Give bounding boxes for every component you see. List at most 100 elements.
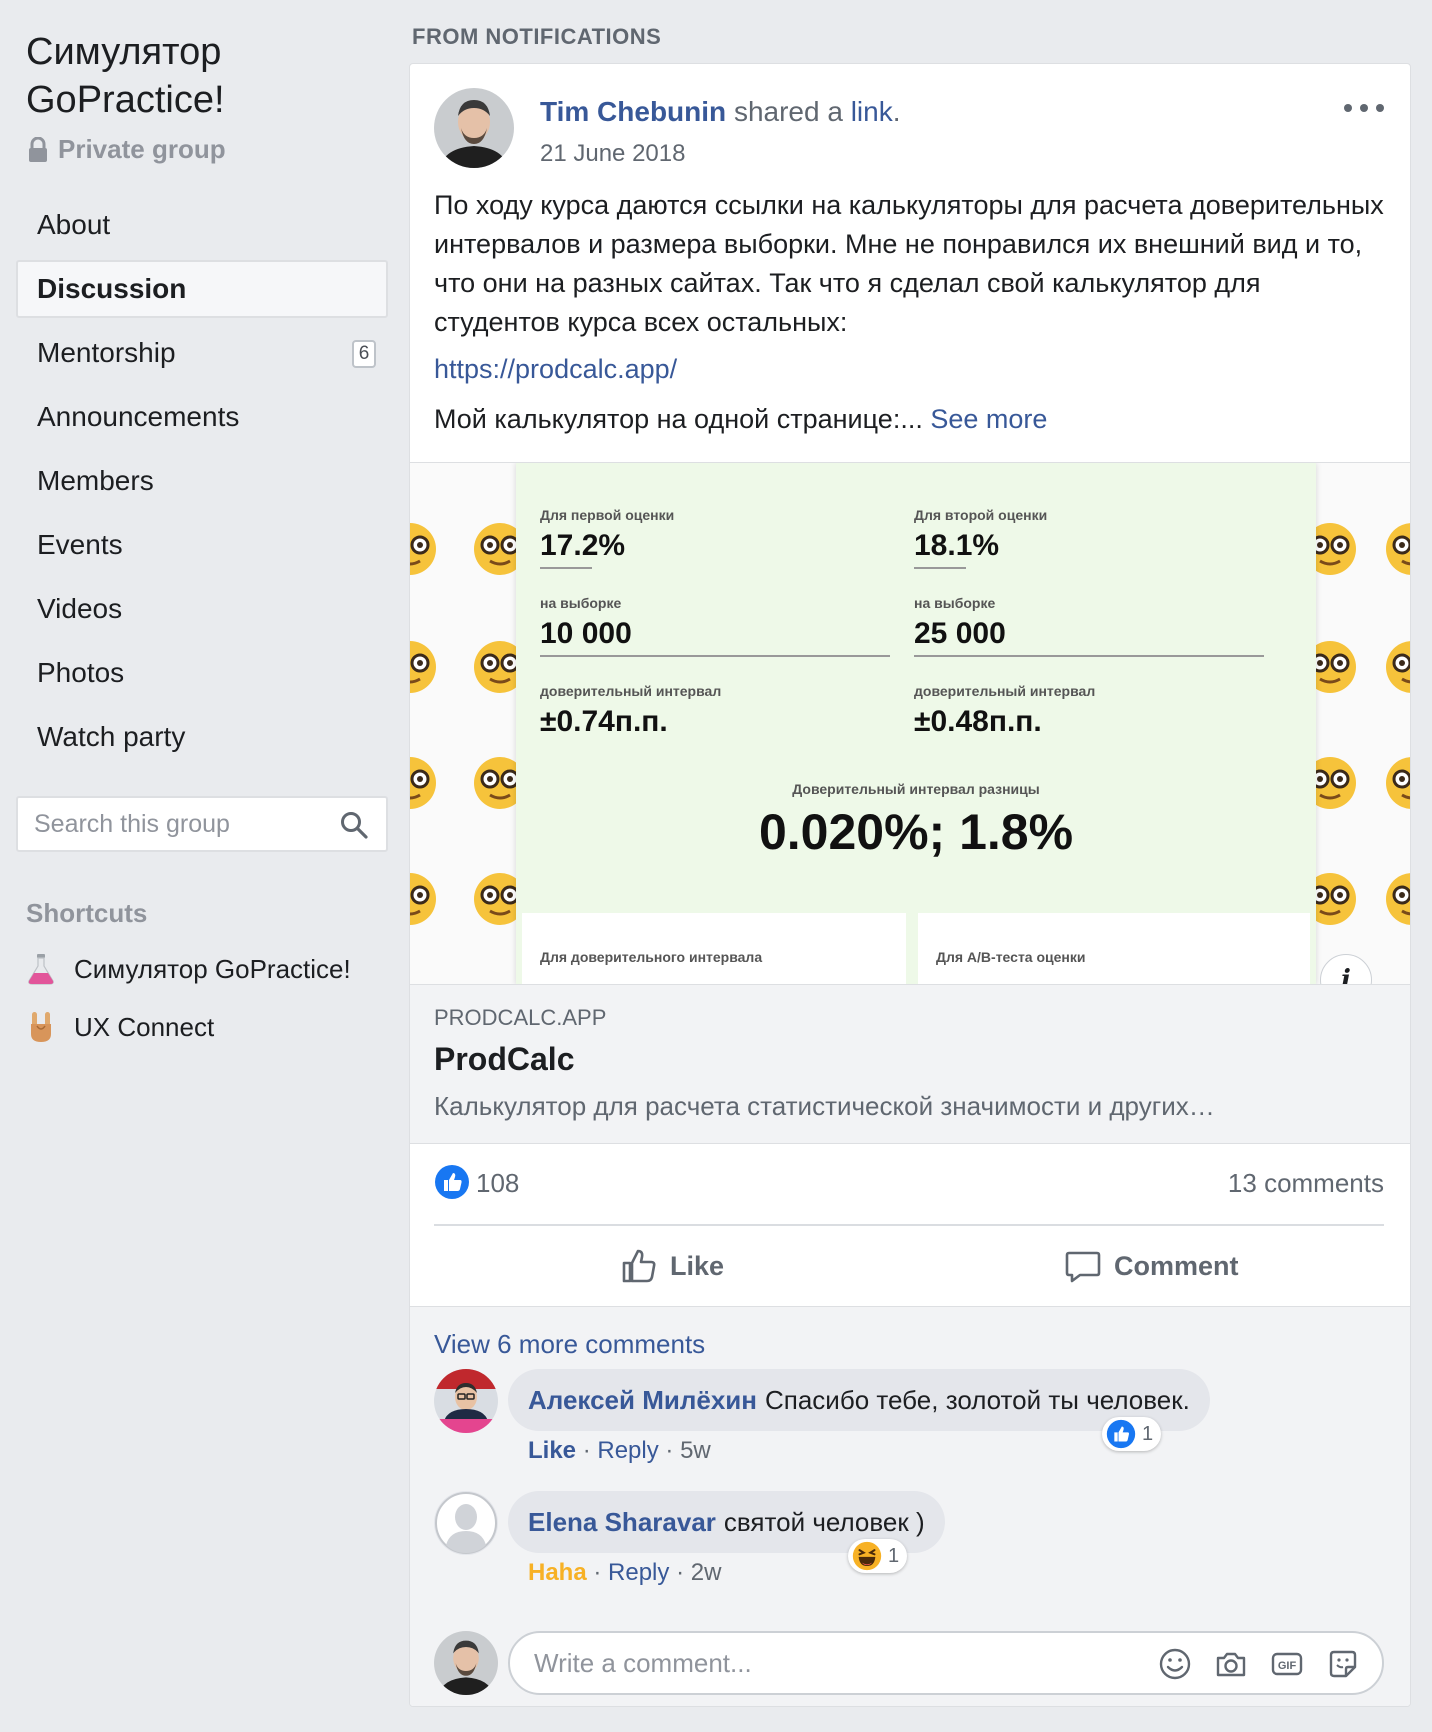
comment-reply-link[interactable]: Reply: [608, 1559, 669, 1586]
comment-composer: GIF: [434, 1631, 1384, 1695]
shortcut-label: UX Connect: [74, 1011, 215, 1042]
ci1-block: доверительный интервал ±0.74п.п.: [540, 683, 890, 739]
comment-actions: Like · Reply · 5w: [528, 1437, 711, 1465]
post-timestamp[interactable]: 21 June 2018: [540, 140, 685, 168]
view-more-comments-link[interactable]: View 6 more comments: [434, 1329, 705, 1360]
like-count[interactable]: 108: [476, 1168, 519, 1199]
post-stats: 108 13 comments: [434, 1164, 1384, 1204]
my-avatar[interactable]: [434, 1631, 498, 1695]
lock-icon: [29, 136, 47, 162]
commenter-avatar[interactable]: [434, 1491, 498, 1555]
first-estimate-block: Для первой оценки 17.2%: [540, 507, 890, 569]
comment-button[interactable]: Comment: [1064, 1226, 1239, 1306]
reaction-count: 1: [1142, 1422, 1154, 1445]
my-photo: [434, 1631, 498, 1695]
like-reaction-icon[interactable]: [434, 1164, 470, 1200]
nav-item-videos[interactable]: Videos: [16, 580, 388, 638]
commenter-name-link[interactable]: Elena Sharavar: [528, 1507, 716, 1538]
comment-like-link[interactable]: Like: [528, 1437, 576, 1464]
shared-link[interactable]: link: [851, 96, 893, 127]
comment-input[interactable]: [534, 1647, 1094, 1679]
calc-sub-panel: Для доверительного интервала: [522, 913, 906, 984]
separator: ·: [582, 1437, 591, 1464]
comment-icon: [1065, 1251, 1101, 1283]
privacy-label: Private group: [28, 134, 226, 165]
comment-reply-link[interactable]: Reply: [597, 1437, 658, 1464]
calc-sub-label: Для A/B-теста оценки: [936, 949, 1086, 965]
separator: ·: [593, 1559, 602, 1586]
calc-underline: [914, 655, 1264, 657]
sample2-block: на выборке 25 000: [914, 595, 1264, 657]
group-nav: About Discussion Mentorship 6 Announceme…: [16, 196, 388, 772]
feed-section-label: FROM NOTIFICATIONS: [412, 24, 662, 49]
separator: ·: [676, 1559, 685, 1586]
comment-time[interactable]: 2w: [691, 1559, 722, 1586]
privacy-text: Private group: [58, 134, 226, 164]
action-end: .: [892, 96, 901, 127]
link-preview-image[interactable]: Для первой оценки 17.2% Для второй оценк…: [410, 462, 1410, 984]
like-button[interactable]: Like: [620, 1226, 724, 1306]
comment-item: Алексей Милёхин Спасибо тебе, золотой ты…: [434, 1369, 1384, 1469]
nav-item-about[interactable]: About: [16, 196, 388, 254]
nav-item-discussion[interactable]: Discussion: [16, 260, 388, 318]
comment-time[interactable]: 5w: [680, 1437, 711, 1464]
calc-underline: [540, 655, 890, 657]
emoji-icon[interactable]: [1158, 1647, 1192, 1681]
gif-icon[interactable]: GIF: [1270, 1647, 1304, 1681]
link-preview-meta[interactable]: PRODCALC.APP ProdCalc Калькулятор для ра…: [410, 984, 1410, 1144]
dot-icon: [1376, 104, 1384, 112]
shortcut-ux-connect[interactable]: UX Connect: [26, 1010, 214, 1044]
comment-text: Спасибо тебе, золотой ты человек.: [764, 1384, 1190, 1415]
diff-ci-label: Доверительный интервал разницы: [792, 781, 1040, 797]
comment-haha-link[interactable]: Haha: [528, 1559, 587, 1586]
shortcuts-heading: Shortcuts: [26, 898, 148, 928]
commenter-avatar[interactable]: [434, 1369, 498, 1433]
post-options-button[interactable]: [1344, 98, 1384, 118]
author-name-link[interactable]: Tim Chebunin: [540, 96, 726, 127]
shortcut-gopractice[interactable]: Симулятор GoPractice!: [26, 952, 351, 986]
calc-underline: [914, 567, 966, 569]
nav-item-mentorship[interactable]: Mentorship 6: [16, 324, 388, 382]
comment-bubble: Алексей Милёхин Спасибо тебе, золотой ты…: [508, 1369, 1210, 1431]
comment-count[interactable]: 13 comments: [1228, 1168, 1384, 1199]
camera-icon[interactable]: [1214, 1647, 1248, 1681]
nav-item-photos[interactable]: Photos: [16, 644, 388, 702]
commenter-photo: [434, 1369, 498, 1433]
nav-item-members[interactable]: Members: [16, 452, 388, 510]
calc-sub-label: Для доверительного интервала: [540, 949, 763, 965]
search-input[interactable]: [34, 809, 334, 839]
calc-value: 17.2%: [540, 529, 626, 562]
like-reaction-icon: [1106, 1419, 1136, 1449]
nav-item-events[interactable]: Events: [16, 516, 388, 574]
calc-value: 25 000: [914, 617, 1006, 650]
svg-text:GIF: GIF: [1278, 1660, 1297, 1672]
commenter-name-link[interactable]: Алексей Милёхин: [528, 1385, 757, 1416]
comment-reaction-pill[interactable]: 1: [1102, 1417, 1162, 1451]
calc-sub-panel: Для A/B-теста оценки: [918, 913, 1310, 984]
see-more-link[interactable]: See more: [930, 404, 1047, 434]
comments-section: View 6 more comments Алексей Милёхин Спа…: [410, 1307, 1410, 1706]
thumbs-up-icon: [622, 1249, 656, 1283]
post-actions: Like Comment: [410, 1226, 1410, 1306]
comment-reaction-pill[interactable]: 1: [848, 1539, 908, 1573]
comment-label: Comment: [1114, 1250, 1239, 1281]
dot-icon: [1360, 104, 1368, 112]
separator: ·: [665, 1437, 674, 1464]
composer-icons: GIF: [1136, 1647, 1360, 1681]
nav-item-label: Mentorship: [37, 337, 176, 368]
group-title[interactable]: Симулятор GoPractice!: [26, 28, 386, 124]
nav-item-announcements[interactable]: Announcements: [16, 388, 388, 446]
author-avatar[interactable]: [434, 88, 514, 168]
author-photo: [434, 88, 514, 168]
post-url-link[interactable]: https://prodcalc.app/: [434, 354, 677, 385]
sticker-icon[interactable]: [1326, 1647, 1360, 1681]
calc-label: Для второй оценки: [914, 507, 1048, 523]
search-icon[interactable]: [340, 811, 368, 839]
dot-icon: [1344, 104, 1352, 112]
calc-value: ±0.74п.п.: [540, 705, 668, 738]
calc-label: доверительный интервал: [540, 683, 722, 699]
post-body-text: По ходу курса даются ссылки на калькулят…: [434, 190, 1384, 337]
nav-item-watch-party[interactable]: Watch party: [16, 708, 388, 766]
calc-label: на выборке: [540, 595, 622, 611]
rock-hand-icon: [31, 1012, 51, 1042]
